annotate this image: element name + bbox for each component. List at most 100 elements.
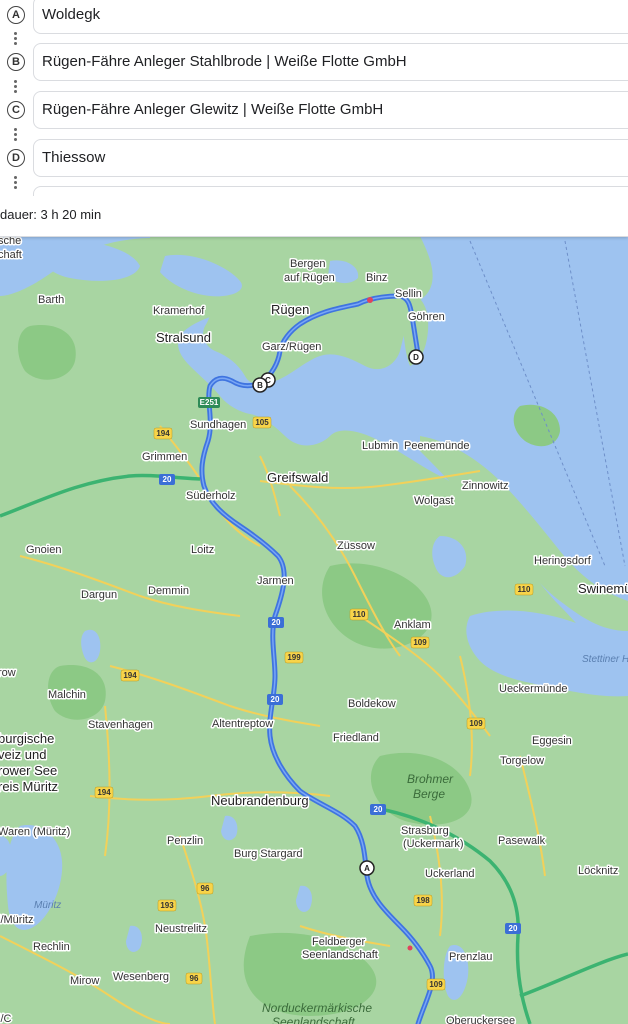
shield-20b: 20 — [268, 617, 284, 628]
svg-text:198: 198 — [416, 896, 430, 905]
svg-text:194: 194 — [156, 429, 170, 438]
svg-text:194: 194 — [97, 788, 111, 797]
label-wesenberg: Wesenberg — [113, 971, 169, 983]
label-loecknitz: Löcknitz — [578, 865, 618, 877]
marker-a[interactable]: A — [359, 860, 375, 876]
label-goehren: Göhren — [408, 311, 445, 323]
stop-row-b: B Rügen-Fähre Anleger Stahlbrode | Weiße… — [0, 43, 628, 83]
svg-text:20: 20 — [163, 475, 172, 484]
label-row: row — [0, 667, 16, 679]
stop-marker-c: C — [7, 101, 25, 119]
label-ruegen: Rügen — [271, 302, 309, 317]
route-map[interactable]: D C B A E251 194 105 20 110 110 109 20 1… — [0, 236, 628, 1024]
shield-109a: 109 — [410, 636, 430, 649]
label-torgelow: Torgelow — [500, 755, 544, 767]
marker-a-label: A — [364, 864, 370, 873]
svg-text:20: 20 — [509, 924, 518, 933]
stop-marker-a: A — [7, 6, 25, 24]
stop-input-c[interactable]: Rügen-Fähre Anleger Glewitz | Weiße Flot… — [33, 91, 628, 129]
label-boldekow: Boldekow — [348, 698, 396, 710]
shield-194b: 194 — [120, 669, 140, 682]
label-friedland: Friedland — [333, 732, 379, 744]
label-waren: Waren (Müritz) — [0, 826, 70, 838]
label-rechlin: Rechlin — [33, 941, 70, 953]
label-grimmen: Grimmen — [142, 451, 187, 463]
label-seenlandschaft: Seenlandschaft — [302, 949, 378, 961]
shield-105: 105 — [252, 416, 272, 429]
stop-input-a[interactable]: Woldegk — [33, 0, 628, 34]
label-binz: Binz — [366, 272, 387, 284]
svg-text:96: 96 — [201, 884, 210, 893]
label-chaft: chaft — [0, 249, 22, 261]
shield-198: 198 — [413, 894, 433, 907]
label-feldberger: Feldberger — [312, 936, 366, 948]
shield-96b: 96 — [185, 972, 203, 985]
stop-input-b[interactable]: Rügen-Fähre Anleger Stahlbrode | Weiße F… — [33, 43, 628, 81]
shield-110b: 110 — [514, 583, 534, 596]
label-mueritz: Müritz — [34, 900, 61, 911]
label-burg-stargard: Burg Stargard — [234, 848, 302, 860]
label-malchin: Malchin — [48, 689, 86, 701]
add-stop-field[interactable] — [33, 186, 628, 196]
dots-icon — [14, 174, 18, 191]
svg-text:110: 110 — [353, 610, 366, 619]
svg-text:110: 110 — [518, 585, 531, 594]
label-oberuckersee: Oberuckersee — [446, 1015, 515, 1024]
label-barth: Barth — [38, 294, 64, 306]
svg-text:194: 194 — [123, 671, 137, 680]
traffic-dot — [407, 945, 413, 951]
stop-marker-d: D — [7, 149, 25, 167]
label-garz: Garz/Rügen — [262, 341, 321, 353]
marker-b[interactable]: B — [252, 377, 268, 393]
label-neustrelitz: Neustrelitz — [155, 923, 207, 935]
label-burgische: burgische — [0, 731, 54, 746]
label-wolgast: Wolgast — [414, 495, 454, 507]
stop-marker-b: B — [7, 53, 25, 71]
label-greifswald: Greifswald — [267, 470, 328, 485]
label-altentreptow: Altentreptow — [212, 718, 273, 730]
marker-d[interactable]: D — [408, 349, 424, 365]
label-lubmin: Lubmin — [362, 440, 398, 452]
svg-text:109: 109 — [469, 719, 483, 728]
svg-text:20: 20 — [374, 805, 383, 814]
label-brohmer: Brohmer — [407, 772, 454, 786]
svg-text:20: 20 — [271, 695, 280, 704]
label-dargun: Dargun — [81, 589, 117, 601]
svg-text:193: 193 — [160, 901, 174, 910]
shield-109b: 109 — [466, 717, 486, 730]
stop-row-a: A Woldegk — [0, 0, 628, 36]
shield-20c: 20 — [267, 694, 283, 705]
label-reis-mueritz: reis Müritz — [0, 779, 58, 794]
svg-text:199: 199 — [287, 653, 301, 662]
shield-110a: 110 — [349, 608, 369, 621]
label-norduckermaerkische: Norduckermärkische — [262, 1001, 372, 1015]
label-stralsund: Stralsund — [156, 330, 211, 345]
label-veiz-und: veiz und — [0, 747, 46, 762]
stop-input-d[interactable]: Thiessow — [33, 139, 628, 177]
label-ueckermuende: Ueckermünde — [499, 683, 567, 695]
label-bergen: Bergen — [290, 258, 325, 270]
route-duration: dauer: 3 h 20 min — [0, 207, 102, 222]
label-sellin: Sellin — [395, 288, 422, 300]
label-seenlandschaft2: Seenlandschaft — [272, 1015, 355, 1024]
marker-d-label: D — [413, 353, 419, 362]
label-eggesin: Eggesin — [532, 735, 572, 747]
label-heringsdorf: Heringsdorf — [534, 555, 592, 567]
label-pasewalk: Pasewalk — [498, 835, 546, 847]
shield-194a: 194 — [153, 427, 173, 440]
label-penzlin: Penzlin — [167, 835, 203, 847]
shield-20d: 20 — [370, 804, 386, 815]
svg-text:20: 20 — [272, 618, 281, 627]
shield-20e: 20 — [505, 923, 521, 934]
label-auf-ruegen: auf Rügen — [284, 272, 335, 284]
label-anklam: Anklam — [394, 619, 431, 631]
label-stavenhagen: Stavenhagen — [88, 719, 153, 731]
label-swinemuende: Swinemü — [578, 581, 628, 596]
svg-text:109: 109 — [413, 638, 427, 647]
label-sche: sche — [0, 236, 21, 247]
marker-b-label: B — [257, 381, 263, 390]
stop-row-d: D Thiessow — [0, 139, 628, 179]
label-zuessow: Züssow — [337, 540, 375, 552]
svg-text:105: 105 — [255, 418, 269, 427]
traffic-dot — [367, 297, 373, 303]
